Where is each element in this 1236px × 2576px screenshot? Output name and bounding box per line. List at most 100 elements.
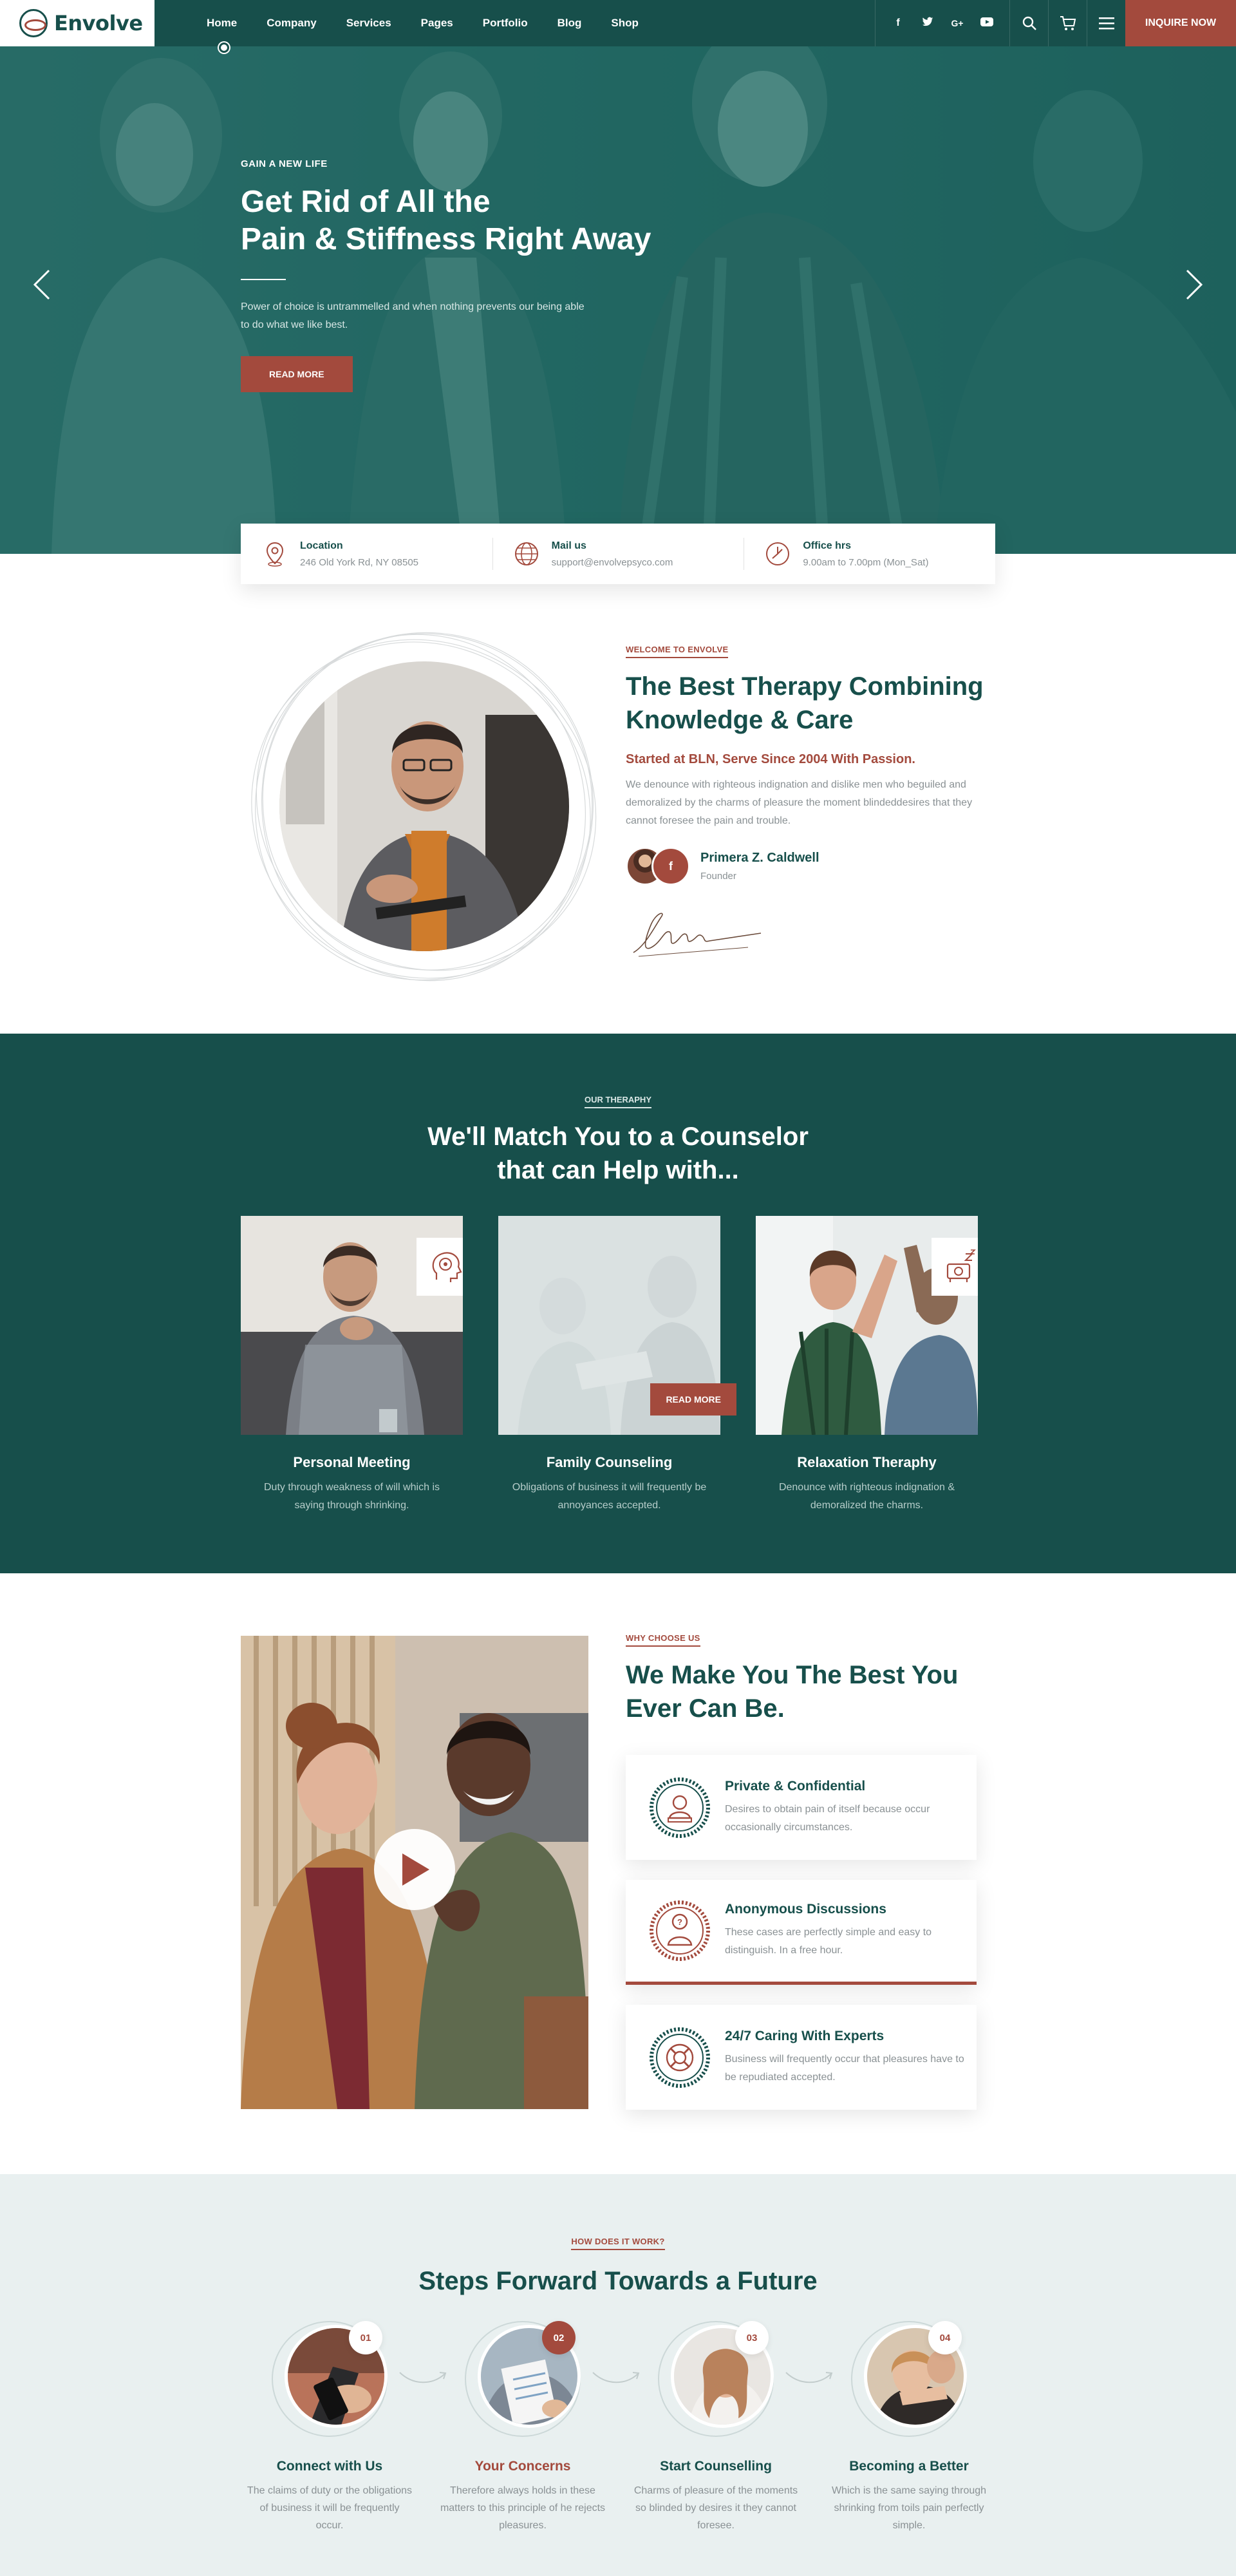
step-title: Start Counselling [660, 2459, 772, 2474]
founder-signature [633, 913, 762, 957]
question-person-icon: ? [650, 1900, 710, 1961]
therapy-card-image [756, 1216, 978, 1435]
therapy-card-image: READ MORE [498, 1216, 736, 1435]
hero-title: Get Rid of All the Pain & Stiffness Righ… [241, 184, 691, 258]
therapy-card-personal-meeting[interactable]: Personal Meeting Duty through weakness o… [241, 1216, 463, 1515]
header-actions: f G+ INQUIRE NOW [875, 0, 1236, 46]
info-hours-title: Office hrs [803, 540, 852, 551]
globe-icon [514, 542, 538, 565]
why-title-line1: We Make You The Best You [626, 1661, 959, 1689]
therapy-header: OUR THERAPHY We'll Match You to a Counse… [0, 1094, 1236, 1187]
site-header: Envolve Home Company Services Pages Port… [0, 0, 1236, 53]
google-plus-icon[interactable]: G+ [942, 18, 972, 28]
cart-icon[interactable] [1048, 0, 1087, 46]
why-video-thumbnail[interactable] [241, 1636, 588, 2109]
about-title-line1: The Best Therapy Combining [626, 672, 984, 701]
why-title: We Make You The Best You Ever Can Be. [626, 1658, 999, 1725]
step-item: 04 Becoming a Better Which is the same s… [822, 2321, 996, 2534]
therapy-section: OUR THERAPHY We'll Match You to a Counse… [0, 1034, 1236, 1573]
search-icon[interactable] [1009, 0, 1048, 46]
nav-item-company[interactable]: Company [252, 0, 331, 46]
person-badge-icon [650, 1777, 710, 1838]
info-location-title: Location [300, 540, 343, 551]
hero-read-more-button[interactable]: READ MORE [241, 356, 353, 392]
facebook-icon[interactable]: f [883, 17, 913, 29]
step-title: Your Concerns [474, 2459, 571, 2474]
feature-title: Private & Confidential [725, 1778, 866, 1794]
info-hours: Office hrs 9.00am to 7.00pm (Mon_Sat) [744, 524, 995, 584]
info-location-value: 246 Old York Rd, NY 08505 [300, 556, 419, 568]
nav-item-shop[interactable]: Shop [596, 0, 653, 46]
step-desc: Charms of pleasure of the moments so bli… [633, 2485, 798, 2531]
feature-text: Desires to obtain pain of itself because… [725, 1803, 930, 1833]
step-number: 02 [542, 2321, 576, 2354]
therapy-title-line2: that can Help with... [497, 1156, 739, 1184]
therapy-title-line1: We'll Match You to a Counselor [427, 1122, 809, 1151]
step-title: Becoming a Better [849, 2459, 969, 2474]
hero-divider [241, 279, 286, 280]
founder-facebook-icon[interactable]: f [651, 847, 690, 886]
menu-icon[interactable] [1087, 0, 1125, 46]
feature-title: Anonymous Discussions [725, 1902, 886, 1917]
play-video-button[interactable] [374, 1829, 455, 1910]
therapy-card-desc: Duty through weakness of will which is s… [263, 1482, 440, 1511]
step-desc: Which is the same saying through shrinki… [831, 2485, 987, 2531]
therapy-card-desc: Denounce with righteous indignation & de… [778, 1482, 955, 1511]
therapy-card-family-counseling[interactable]: READ MORE Family Counseling Obligations … [498, 1216, 736, 1515]
slider-prev-arrow-icon[interactable] [31, 268, 54, 301]
svg-text:?: ? [677, 1917, 682, 1927]
main-nav: Home Company Services Pages Portfolio Bl… [154, 0, 653, 53]
therapist-portrait [251, 632, 597, 981]
step-item: 03 Start Counselling Charms of pleasure … [629, 2321, 803, 2534]
about-text: We denounce with righteous indignation a… [626, 779, 973, 826]
therapy-card-title: Family Counseling [546, 1454, 673, 1470]
step-number: 01 [349, 2321, 382, 2354]
play-icon [402, 1853, 429, 1886]
why-title-line2: Ever Can Be. [626, 1694, 785, 1723]
youtube-icon[interactable] [972, 17, 1002, 30]
head-mind-icon [417, 1238, 463, 1296]
why-eyebrow: WHY CHOOSE US [626, 1633, 700, 1647]
logo[interactable]: Envolve [0, 0, 154, 46]
info-mail-title: Mail us [551, 540, 586, 551]
hero-title-line2: Pain & Stiffness Right Away [241, 222, 651, 256]
nav-item-blog[interactable]: Blog [543, 0, 597, 46]
twitter-icon[interactable] [913, 17, 942, 30]
about-eyebrow: WELCOME TO ENVOLVE [626, 645, 729, 658]
step-desc: The claims of duty or the obligations of… [247, 2485, 413, 2531]
nav-item-portfolio[interactable]: Portfolio [468, 0, 543, 46]
feature-card-private[interactable]: Private & Confidential Desires to obtain… [626, 1755, 977, 1860]
info-mail-value[interactable]: support@envolvepsyco.com [552, 557, 673, 568]
therapy-card-relaxation[interactable]: Relaxation Theraphy Denounce with righte… [756, 1216, 978, 1515]
therapy-card-desc: Obligations of business it will frequent… [512, 1482, 707, 1511]
feature-card-anonymous[interactable]: ? Anonymous Discussions These cases are … [626, 1880, 977, 1985]
contact-info-bar: Location 246 Old York Rd, NY 08505 Mail … [241, 524, 995, 584]
founder-block: f Primera Z. Caldwell Founder [626, 847, 999, 886]
feature-card-caring[interactable]: 24/7 Caring With Experts Business will f… [626, 2005, 977, 2110]
nav-item-services[interactable]: Services [332, 0, 406, 46]
lifebuoy-icon [650, 2027, 710, 2088]
hero-content: GAIN A NEW LIFE Get Rid of All the Pain … [241, 158, 691, 392]
logo-mark-icon [19, 9, 48, 37]
clock-icon [766, 542, 790, 565]
step-title: Connect with Us [276, 2459, 383, 2474]
therapy-card-image [241, 1216, 463, 1435]
founder-name: Primera Z. Caldwell [700, 851, 819, 865]
step-number: 04 [928, 2321, 962, 2354]
about-subtitle: Started at BLN, Serve Since 2004 With Pa… [626, 752, 915, 766]
info-location: Location 246 Old York Rd, NY 08505 [241, 524, 492, 584]
therapy-card-read-more-button[interactable]: READ MORE [650, 1383, 736, 1416]
steps-header: HOW DOES IT WORK? Steps Forward Towards … [0, 2236, 1236, 2298]
nav-item-home[interactable]: Home [192, 0, 252, 53]
inquire-now-button[interactable]: INQUIRE NOW [1125, 0, 1236, 46]
therapy-card-title: Personal Meeting [293, 1454, 411, 1470]
hero-slider: GAIN A NEW LIFE Get Rid of All the Pain … [0, 0, 1236, 554]
hero-text: Power of choice is untrammelled and when… [241, 301, 585, 330]
slider-next-arrow-icon[interactable] [1182, 268, 1205, 301]
location-pin-icon [266, 542, 284, 567]
therapy-card-title: Relaxation Theraphy [797, 1454, 937, 1470]
feature-title: 24/7 Caring With Experts [725, 2028, 885, 2043]
about-content: WELCOME TO ENVOLVE The Best Therapy Comb… [626, 644, 999, 962]
step-image: 03 [658, 2321, 774, 2437]
nav-item-pages[interactable]: Pages [406, 0, 468, 46]
